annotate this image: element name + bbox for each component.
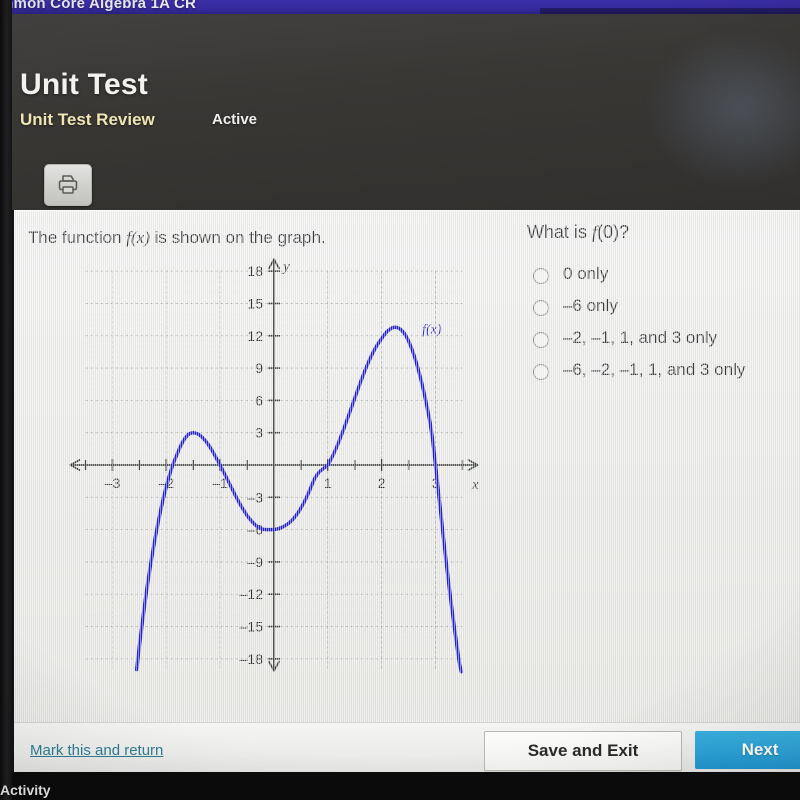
browser-tab-title: mmon Core Algebra 1A CR bbox=[0, 0, 197, 12]
stem-function-notation: f(x) bbox=[126, 228, 150, 247]
prompt-prefix: What is bbox=[527, 222, 593, 242]
x-axis-label: x bbox=[471, 477, 479, 493]
radio-button-0[interactable] bbox=[533, 268, 549, 284]
curve-label: f(x) bbox=[422, 323, 442, 338]
answer-option-label-1: –6 only bbox=[563, 296, 618, 315]
answer-option-0[interactable]: 0 only bbox=[533, 264, 800, 284]
svg-text:9: 9 bbox=[255, 360, 263, 376]
svg-text:1: 1 bbox=[324, 475, 332, 491]
app-header: Unit Test Unit Test Review Active bbox=[12, 14, 800, 210]
footer-bar: Mark this and return Save and Exit Next bbox=[14, 722, 800, 775]
svg-text:–12: –12 bbox=[240, 586, 264, 602]
monitor-bezel-left bbox=[0, 0, 12, 800]
screen-photo: mmon Core Algebra 1A CR Unit Test Unit T… bbox=[0, 0, 800, 800]
radio-button-3[interactable] bbox=[533, 364, 549, 380]
radio-button-1[interactable] bbox=[533, 300, 549, 316]
print-button[interactable] bbox=[44, 164, 92, 206]
answer-option-2[interactable]: –2, –1, 1, and 3 only bbox=[533, 328, 800, 348]
printer-icon bbox=[58, 175, 78, 194]
answer-option-label-2: –2, –1, 1, and 3 only bbox=[563, 328, 718, 347]
answer-option-3[interactable]: –6, –2, –1, 1, and 3 only bbox=[533, 360, 800, 380]
svg-text:–9: –9 bbox=[247, 554, 263, 570]
svg-text:18: 18 bbox=[247, 263, 263, 279]
svg-text:–3: –3 bbox=[105, 475, 121, 491]
graph-svg: –3 –2 –1 1 2 3181512963–3–6–9–12–15–18 x y f(… bbox=[69, 258, 479, 674]
svg-text:15: 15 bbox=[247, 295, 263, 311]
page-title: Unit Test bbox=[20, 68, 148, 101]
svg-text:3: 3 bbox=[255, 425, 263, 441]
screen-glare bbox=[650, 34, 800, 184]
answer-options: 0 only –6 only –2, –1, 1, and 3 only –6, –2… bbox=[533, 264, 800, 393]
axes bbox=[69, 258, 479, 672]
answer-option-label-0: 0 only bbox=[563, 264, 609, 283]
browser-tab-bar: mmon Core Algebra 1A CR bbox=[0, 0, 800, 14]
svg-text:–3: –3 bbox=[247, 489, 263, 505]
radio-button-2[interactable] bbox=[533, 332, 549, 348]
svg-text:–18: –18 bbox=[240, 651, 264, 667]
answer-option-label-3: –6, –2, –1, 1, and 3 only bbox=[563, 360, 746, 379]
svg-text:–15: –15 bbox=[240, 619, 264, 635]
svg-text:12: 12 bbox=[247, 328, 263, 344]
stem-suffix: is shown on the graph. bbox=[149, 228, 326, 247]
question-prompt: What is f(0)? bbox=[527, 222, 629, 243]
answer-option-1[interactable]: –6 only bbox=[533, 296, 800, 316]
question-panel: The function f(x) is shown on the graph.… bbox=[14, 210, 800, 722]
y-axis-label: y bbox=[281, 259, 290, 275]
question-stem: The function f(x) is shown on the graph. bbox=[28, 228, 326, 248]
save-and-exit-button[interactable]: Save and Exit bbox=[484, 731, 682, 771]
stem-prefix: The function bbox=[28, 228, 127, 247]
mark-this-and-return-link[interactable]: Mark this and return bbox=[30, 742, 163, 759]
browser-bar-shadow bbox=[540, 8, 800, 14]
taskbar-label: Activity bbox=[0, 782, 51, 798]
function-graph: –3 –2 –1 1 2 3 18 15 12 9 6 3 –3 –6 –9 –12 –15 –18 x y f(… bbox=[64, 255, 484, 675]
prompt-suffix: (0)? bbox=[597, 222, 630, 242]
status-badge: Active bbox=[212, 111, 258, 128]
svg-text:2: 2 bbox=[378, 475, 386, 491]
next-button[interactable]: Next bbox=[695, 731, 800, 769]
assignment-subtitle: Unit Test Review bbox=[20, 110, 155, 129]
monitor-bezel-bottom bbox=[0, 772, 800, 800]
svg-text:6: 6 bbox=[255, 392, 263, 408]
